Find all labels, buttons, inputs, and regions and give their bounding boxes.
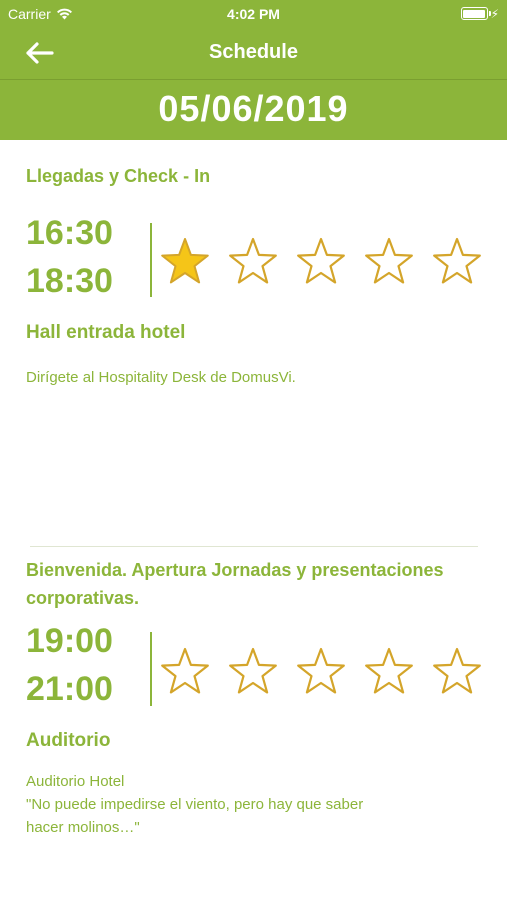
event-start-time: 19:00 (26, 622, 113, 660)
event-description: Dirígete al Hospitality Desk de DomusVi. (26, 366, 406, 389)
nav-title: Schedule (209, 41, 298, 63)
event-description: Auditorio Hotel "No puede impedirse el v… (26, 770, 406, 839)
star-empty-icon[interactable] (430, 645, 484, 697)
event-separator (30, 546, 478, 547)
date-banner: 05/06/2019 (0, 80, 507, 140)
time-divider (150, 632, 152, 706)
star-empty-icon[interactable] (294, 235, 348, 287)
event-description-line: Auditorio Hotel (26, 773, 125, 790)
star-empty-icon[interactable] (158, 645, 212, 697)
star-empty-icon[interactable] (226, 645, 280, 697)
event-description-line: hacer molinos…" (26, 819, 140, 836)
star-empty-icon[interactable] (294, 645, 348, 697)
charging-bolt-icon: ⚡ (490, 6, 499, 21)
event-location: Auditorio (26, 730, 111, 751)
star-empty-icon[interactable] (362, 645, 416, 697)
event-location: Hall entrada hotel (26, 322, 186, 343)
star-empty-icon[interactable] (430, 235, 484, 287)
rating-stars[interactable] (158, 235, 484, 287)
star-filled-icon[interactable] (158, 235, 212, 287)
event-description-line: "No puede impedirse el viento, pero hay … (26, 796, 364, 813)
event-title: Bienvenida. Apertura Jornadas y presenta… (26, 560, 444, 608)
time-divider (150, 223, 152, 297)
event-start-time: 16:30 (26, 214, 113, 252)
event-description-line: Dirígete al Hospitality Desk de DomusVi. (26, 369, 296, 386)
event-end-time: 18:30 (26, 262, 113, 300)
star-empty-icon[interactable] (362, 235, 416, 287)
navigation-bar: Schedule (0, 28, 507, 80)
battery-indicator: ⚡ (460, 6, 499, 21)
status-bar: Carrier 4:02 PM ⚡ (0, 0, 507, 28)
status-time: 4:02 PM (227, 6, 280, 22)
rating-stars[interactable] (158, 645, 484, 697)
event-end-time: 21:00 (26, 670, 113, 708)
battery-icon (460, 7, 491, 20)
event-title: Llegadas y Check - In (26, 166, 211, 186)
star-empty-icon[interactable] (226, 235, 280, 287)
